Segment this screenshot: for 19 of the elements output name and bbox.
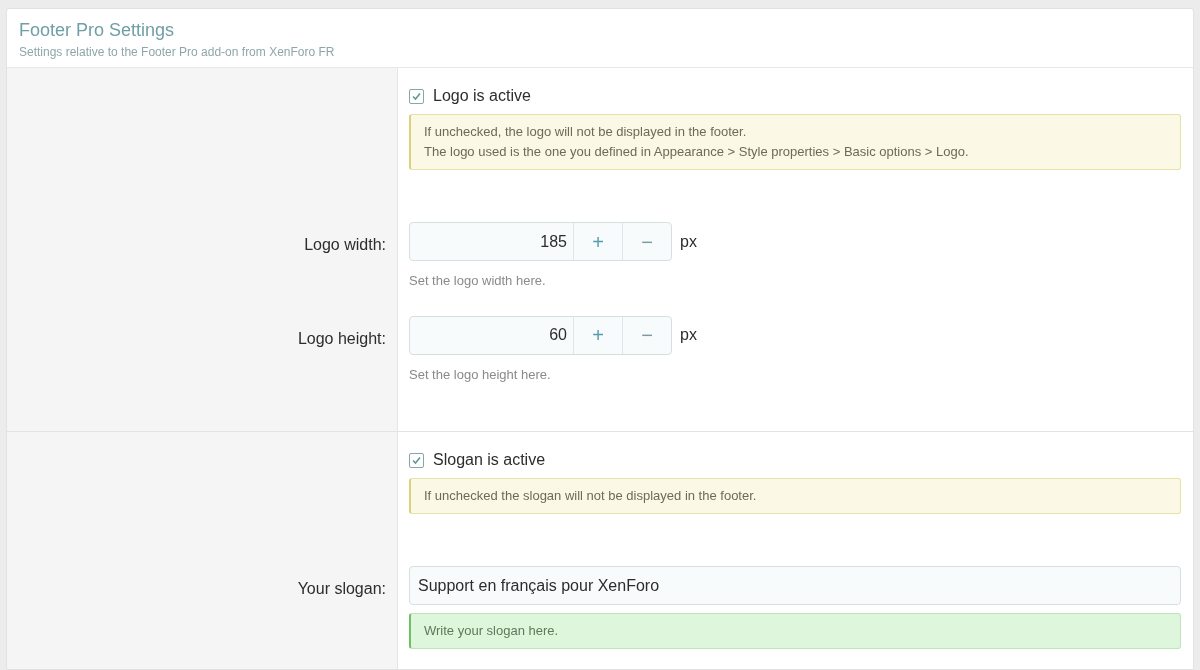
hint-message: If unchecked the slogan will not be displayed in the footer.: [409, 478, 1181, 514]
unit-label: px: [680, 231, 697, 252]
field-hint: Set the logo height here.: [409, 365, 552, 384]
checkmark-icon: [411, 454, 422, 466]
checkbox-option[interactable]: Slogan is active: [409, 450, 1181, 470]
hint-message: If unchecked, the logo will not be displayed in the footer. The logo used is the one you defined in Appearance > Style properties > Basic options > Logo.: [409, 114, 1181, 170]
field-hint: Set the logo width here.: [409, 272, 547, 290]
field-label: Logo width:: [304, 235, 386, 255]
page-title: Footer Pro Settings: [19, 19, 176, 41]
unit-label: px: [680, 325, 697, 345]
field-label: Your slogan:: [297, 579, 386, 599]
checkbox[interactable]: [409, 88, 424, 104]
slogan-input-field[interactable]: Support en français pour XenForo: [409, 566, 1181, 605]
field-label: Logo height:: [297, 328, 386, 349]
checkmark-icon: [411, 90, 422, 102]
hint-message: Write your slogan here.: [409, 613, 1181, 649]
page-subtitle: Settings relative to the Footer Pro add-on from XenForo FR: [19, 44, 336, 61]
checkbox-option[interactable]: Logo is active: [409, 86, 1181, 106]
checkbox[interactable]: [409, 452, 424, 468]
